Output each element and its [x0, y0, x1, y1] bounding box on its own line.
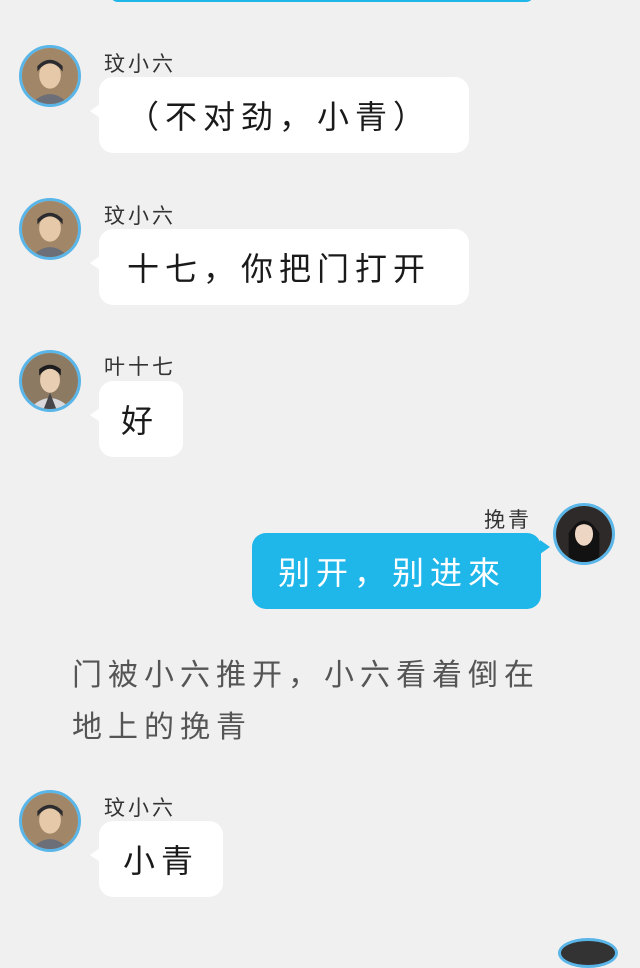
sender-name: 玟小六 [104, 796, 176, 820]
previous-message-bubble-edge [110, 0, 534, 2]
message-bubble[interactable]: （不对劲，小青） [99, 77, 469, 153]
message-bubble[interactable]: 十七，你把门打开 [99, 229, 469, 305]
sender-name: 玟小六 [104, 52, 176, 76]
message-bubble[interactable]: 别开，别进來 [252, 533, 541, 609]
sender-name: 叶十七 [104, 355, 176, 379]
message-bubble[interactable]: 好 [99, 381, 183, 457]
avatar-man-dark-hair-icon[interactable] [19, 350, 81, 412]
avatar-woman-headscarf-icon[interactable] [19, 45, 81, 107]
sender-name: 挽青 [484, 508, 532, 532]
narration-text: 门被小六推开，小六看着倒在地上的挽青 [72, 658, 540, 745]
avatar-woman-headscarf-icon[interactable] [19, 198, 81, 260]
bubble-tail [540, 540, 550, 554]
avatar-woman-long-hair-icon[interactable] [553, 503, 615, 565]
sender-name: 玟小六 [104, 204, 176, 228]
message-bubble[interactable]: 小青 [99, 821, 223, 897]
next-message-avatar-edge [558, 938, 618, 968]
avatar-woman-headscarf-icon[interactable] [19, 790, 81, 852]
